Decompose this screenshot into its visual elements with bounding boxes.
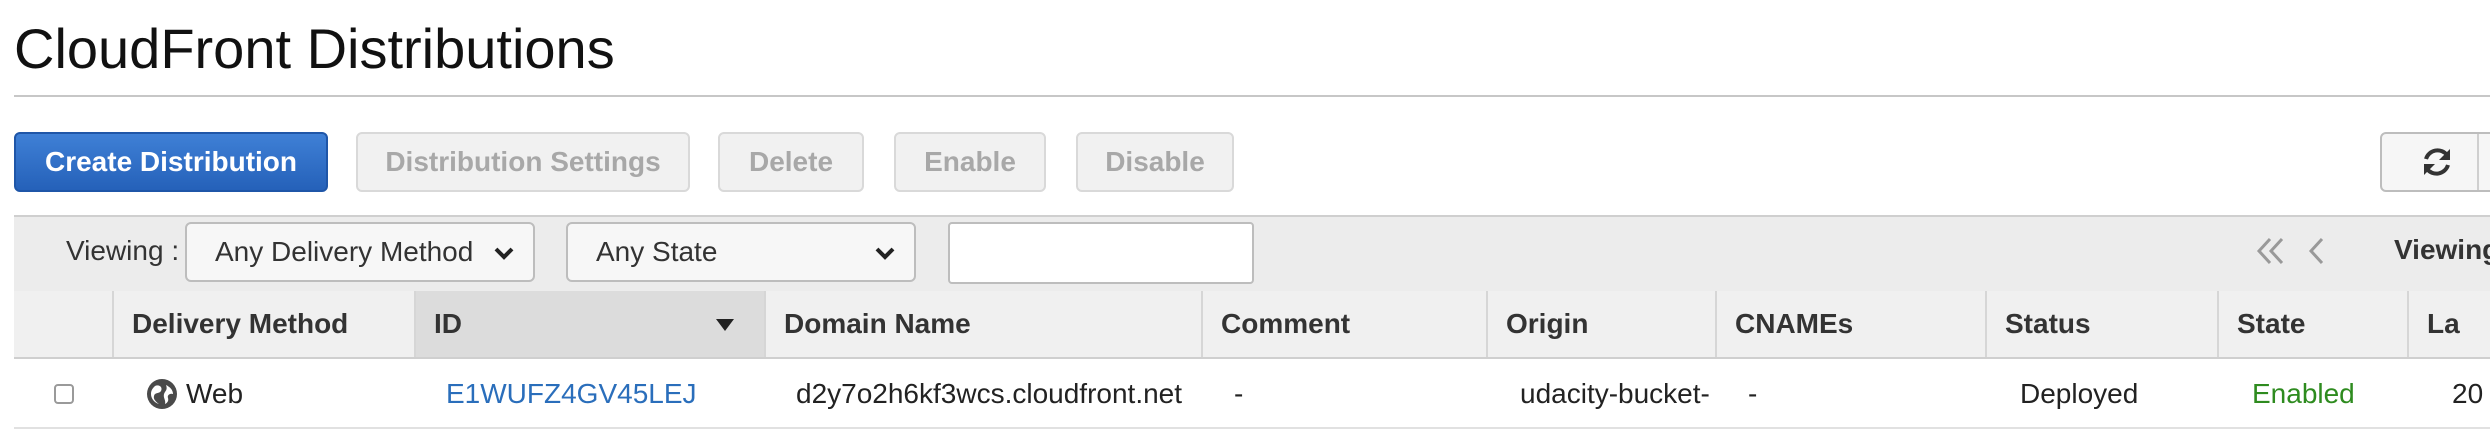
pager-viewing-text: Viewing 1 t <box>2394 234 2490 265</box>
page-title: CloudFront Distributions <box>14 17 615 80</box>
column-header-id-label: ID <box>434 308 462 339</box>
viewing-label: Viewing : <box>66 235 180 266</box>
delivery-method-value: Any Delivery Method <box>215 236 474 267</box>
cell-comment: - <box>1234 378 1244 409</box>
cell-id-link[interactable]: E1WUFZ4GV45LEJ <box>446 378 697 410</box>
cell-last: 20 <box>2452 378 2484 409</box>
refresh-button[interactable] <box>2380 132 2490 192</box>
column-header-id[interactable]: ID <box>414 291 764 357</box>
chevron-left-icon[interactable] <box>2300 234 2334 268</box>
cell-cnames: - <box>1748 378 1758 409</box>
chevron-down-icon <box>875 247 895 260</box>
chevron-down-icon <box>494 247 514 260</box>
column-header-status[interactable]: Status <box>1985 291 2217 357</box>
column-header-domain-name[interactable]: Domain Name <box>764 291 1201 357</box>
cell-status: Deployed <box>2020 378 2139 409</box>
column-header-comment[interactable]: Comment <box>1201 291 1486 357</box>
disable-button[interactable]: Disable <box>1076 132 1234 192</box>
column-header-cnames[interactable]: CNAMEs <box>1715 291 1985 357</box>
column-header-last[interactable]: La <box>2407 291 2490 357</box>
delete-button[interactable]: Delete <box>718 132 864 192</box>
button-separator <box>2477 134 2479 190</box>
row-select-checkbox[interactable] <box>54 384 74 404</box>
enable-button[interactable]: Enable <box>894 132 1046 192</box>
state-value: Any State <box>596 236 718 267</box>
create-distribution-button[interactable]: Create Distribution <box>14 132 328 192</box>
column-header-delivery-method[interactable]: Delivery Method <box>112 291 414 357</box>
cell-state: Enabled <box>2252 378 2355 409</box>
title-divider <box>14 95 2490 97</box>
cell-domain-name: d2y7o2h6kf3wcs.cloudfront.net <box>796 378 1183 409</box>
distribution-settings-button[interactable]: Distribution Settings <box>356 132 690 192</box>
delivery-method-select[interactable]: Any Delivery Method <box>185 222 535 282</box>
cell-delivery-method: Web <box>186 378 244 409</box>
refresh-icon <box>2424 148 2450 176</box>
double-chevron-left-icon[interactable] <box>2254 234 2288 268</box>
state-select[interactable]: Any State <box>566 222 916 282</box>
globe-icon <box>147 379 177 409</box>
sort-descending-icon <box>716 319 734 331</box>
column-header-state[interactable]: State <box>2217 291 2407 357</box>
column-header-origin[interactable]: Origin <box>1486 291 1715 357</box>
search-input[interactable] <box>948 222 1254 284</box>
cell-origin: udacity-bucket- <box>1520 378 1710 409</box>
